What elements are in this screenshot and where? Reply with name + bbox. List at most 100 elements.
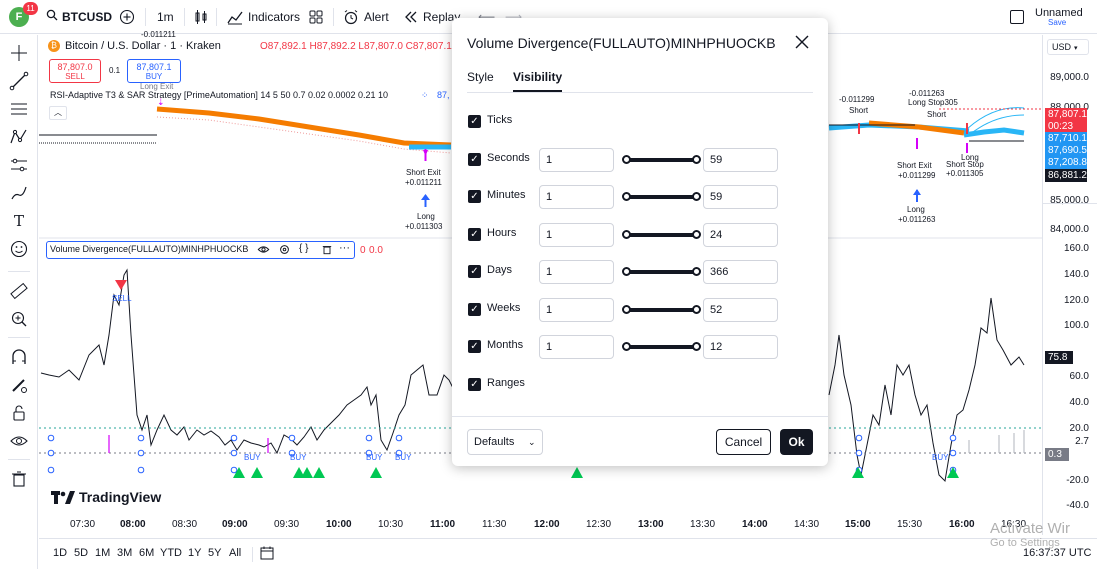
hours-checkbox[interactable]: ✓ [468,228,481,241]
slider-max-handle[interactable] [692,230,701,239]
range-1y[interactable]: 1Y [188,547,201,559]
candles-chart-type-icon[interactable] [194,7,208,27]
compare-symbol-icon[interactable] [119,7,135,27]
buy-button[interactable]: 87,807.1 BUY [127,59,181,83]
range-5y[interactable]: 5Y [208,547,221,559]
ranges-checkbox[interactable]: ✓ [468,378,481,391]
slider-min-handle[interactable] [622,305,631,314]
strategy-legend[interactable]: RSI-Adaptive T3 & SAR Strategy [PrimeAut… [50,90,388,100]
alert-button[interactable]: Alert [364,7,389,27]
days-range-slider[interactable] [622,267,701,276]
range-ytd[interactable]: YTD [160,547,182,559]
crosshair-icon[interactable] [9,43,29,63]
brush-icon[interactable] [9,183,29,203]
slider-max-handle[interactable] [692,342,701,351]
months-range-slider[interactable] [622,342,701,351]
indicator-name[interactable]: Volume Divergence(FULLAUTO)MINHPHUOCKB [50,244,248,254]
magnet-icon[interactable] [9,347,29,367]
layout-save-status[interactable]: Save [1048,18,1066,27]
source-code-icon[interactable]: { } [299,243,308,254]
range-3m[interactable]: 3M [117,547,132,559]
slider-min-handle[interactable] [622,342,631,351]
ticks-checkbox[interactable]: ✓ [468,115,481,128]
days-to-input[interactable]: 366 [703,260,778,284]
symbol-title[interactable]: Bitcoin / U.S. Dollar · 1 · Kraken [65,40,221,52]
interval-button[interactable]: 1m [157,7,174,27]
templates-icon[interactable] [309,7,323,27]
indicators-icon[interactable] [227,7,243,27]
slider-min-handle[interactable] [622,192,631,201]
close-icon[interactable] [792,32,812,52]
weeks-to-input[interactable]: 52 [703,298,778,322]
indicator-legend[interactable]: Volume Divergence(FULLAUTO)MINHPHUOCKB {… [46,241,355,259]
trash-icon[interactable] [321,243,333,261]
weeks-range-slider[interactable] [622,305,701,314]
tab-visibility[interactable]: Visibility [513,70,562,84]
minutes-to-input[interactable]: 59 [703,185,778,209]
sell-button[interactable]: 87,807.0 SELL [49,59,101,83]
ok-button[interactable]: Ok [780,429,813,455]
days-from-input[interactable]: 1 [539,260,614,284]
range-1d[interactable]: 1D [53,547,67,559]
minutes-checkbox[interactable]: ✓ [468,190,481,203]
more-options-icon[interactable]: ··· [339,242,350,254]
slider-max-handle[interactable] [692,192,701,201]
slider-max-handle[interactable] [692,267,701,276]
seconds-checkbox[interactable]: ✓ [468,153,481,166]
eye-icon[interactable] [257,243,270,259]
months-to-input[interactable]: 12 [703,335,778,359]
forecasting-icon[interactable] [9,155,29,175]
eye-icon[interactable] [9,431,29,451]
tradingview-brand[interactable]: TradingView [79,489,161,505]
emoji-icon[interactable] [9,239,29,259]
range-1m[interactable]: 1M [95,547,110,559]
hours-range-slider[interactable] [622,230,701,239]
hours-to-input[interactable]: 24 [703,223,778,247]
indicators-button[interactable]: Indicators [248,7,300,27]
minutes-range-slider[interactable] [622,192,701,201]
collapse-legend-chevron-icon[interactable]: ︿ [49,106,67,120]
range-6m[interactable]: 6M [139,547,154,559]
seconds-to-input[interactable]: 59 [703,148,778,172]
slider-min-handle[interactable] [622,267,631,276]
months-from-input[interactable]: 1 [539,335,614,359]
ruler-icon[interactable] [9,281,29,301]
symbol-button[interactable]: BTCUSD [62,7,112,27]
strategy-legend-icon[interactable]: ⁘ [421,90,429,101]
text-tool-icon[interactable]: T [9,211,29,231]
zoom-in-icon[interactable] [9,309,29,329]
trend-line-icon[interactable] [9,71,29,91]
symbol-search-icon[interactable] [46,7,58,27]
tradingview-logo-icon[interactable] [51,491,75,510]
days-checkbox[interactable]: ✓ [468,265,481,278]
currency-selector[interactable]: USD ▾ [1047,39,1089,55]
lock-drawings-pencil-icon[interactable] [9,375,29,395]
layout-checkbox-icon[interactable] [1010,10,1024,24]
range-5d[interactable]: 5D [74,547,88,559]
tab-style[interactable]: Style [467,70,494,84]
rewind-icon[interactable] [404,7,418,27]
slider-max-handle[interactable] [692,305,701,314]
trash-icon[interactable] [9,469,29,489]
cancel-button[interactable]: Cancel [716,429,771,455]
settings-gear-icon[interactable] [278,243,291,261]
pattern-icon[interactable] [9,127,29,147]
slider-min-handle[interactable] [622,230,631,239]
slider-max-handle[interactable] [692,155,701,164]
date-range-calendar-icon[interactable] [259,545,275,566]
seconds-from-input[interactable]: 1 [539,148,614,172]
months-checkbox[interactable]: ✓ [468,340,481,353]
hours-from-input[interactable]: 1 [539,223,614,247]
weeks-checkbox[interactable]: ✓ [468,303,481,316]
alarm-clock-icon[interactable] [343,7,359,27]
toolbar-divider [145,8,146,26]
price-scale[interactable]: USD▾ 89,000.0 88,000.0 85,000.0 84,000.0… [1042,35,1097,535]
minutes-from-input[interactable]: 1 [539,185,614,209]
lock-icon[interactable] [9,403,29,423]
slider-min-handle[interactable] [622,155,631,164]
fib-retracement-icon[interactable] [9,99,29,119]
range-all[interactable]: All [229,547,241,559]
defaults-dropdown[interactable]: Defaults ⌄ [467,429,543,455]
weeks-from-input[interactable]: 1 [539,298,614,322]
seconds-range-slider[interactable] [622,155,701,164]
